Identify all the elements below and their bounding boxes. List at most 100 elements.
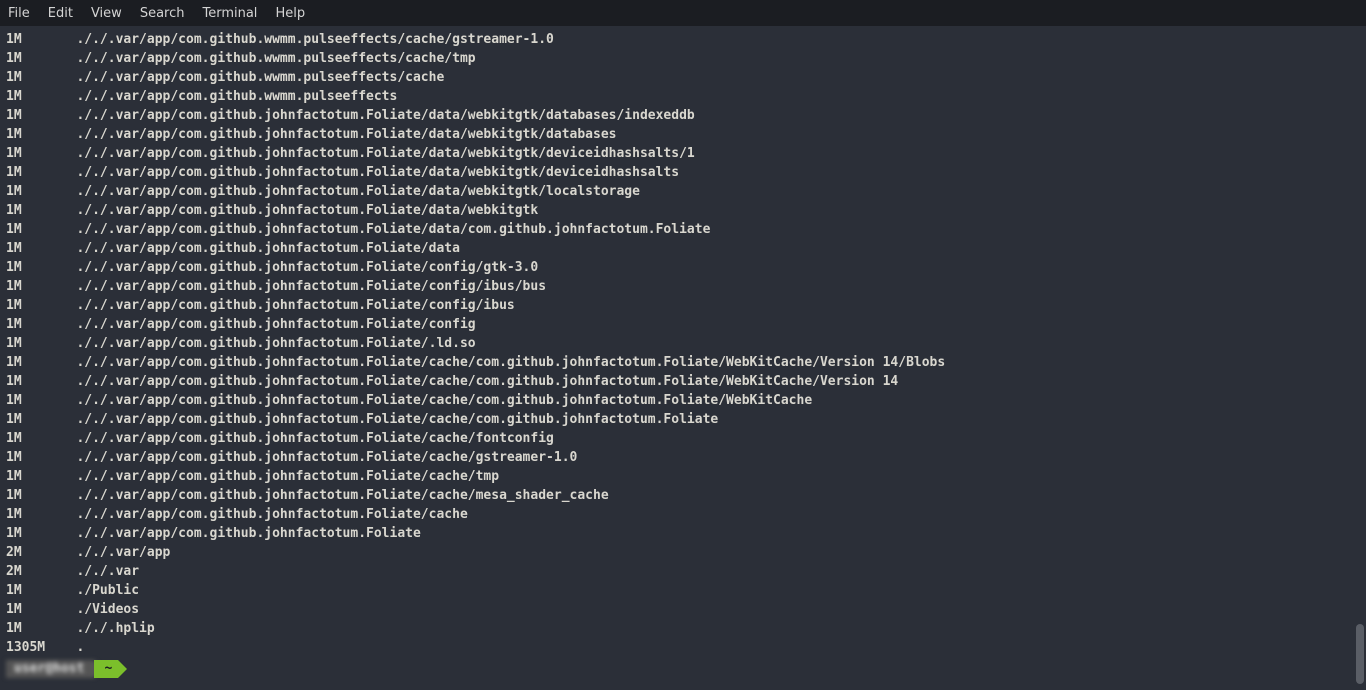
size-value: 1M xyxy=(6,315,76,334)
path-value: ././.var/app/com.github.johnfactotum.Fol… xyxy=(76,260,538,275)
path-value: ././.var/app/com.github.johnfactotum.Fol… xyxy=(76,127,616,142)
menu-file[interactable]: File xyxy=(8,6,30,21)
output-row: 1M././.var/app/com.github.wwmm.pulseeffe… xyxy=(6,30,1360,49)
output-row: 1M././.var/app/com.github.johnfactotum.F… xyxy=(6,182,1360,201)
size-value: 1305M xyxy=(6,638,76,657)
size-value: 1M xyxy=(6,486,76,505)
output-row: 1M././.var/app/com.github.johnfactotum.F… xyxy=(6,334,1360,353)
size-value: 1M xyxy=(6,619,76,638)
terminal-viewport[interactable]: 1M././.var/app/com.github.wwmm.pulseeffe… xyxy=(0,26,1366,690)
path-value: ././.var/app/com.github.johnfactotum.Fol… xyxy=(76,507,467,522)
path-value: ./Public xyxy=(76,583,139,598)
menu-search[interactable]: Search xyxy=(140,6,185,21)
path-value: ././.var/app/com.github.johnfactotum.Fol… xyxy=(76,431,553,446)
output-row: 1M././.var/app/com.github.johnfactotum.F… xyxy=(6,524,1360,543)
path-value: ././.var/app/com.github.johnfactotum.Fol… xyxy=(76,184,640,199)
size-value: 1M xyxy=(6,201,76,220)
path-value: ././.var/app/com.github.johnfactotum.Fol… xyxy=(76,469,499,484)
size-value: 1M xyxy=(6,30,76,49)
path-value: ././.var/app/com.github.johnfactotum.Fol… xyxy=(76,336,475,351)
size-value: 1M xyxy=(6,258,76,277)
path-value: ././.var/app/com.github.johnfactotum.Fol… xyxy=(76,317,475,332)
output-row: 1M././.var/app/com.github.johnfactotum.F… xyxy=(6,239,1360,258)
path-value: ./Videos xyxy=(76,602,139,617)
size-value: 1M xyxy=(6,467,76,486)
output-row: 1M././.var/app/com.github.johnfactotum.F… xyxy=(6,220,1360,239)
path-value: ././.var/app/com.github.johnfactotum.Fol… xyxy=(76,222,710,237)
menu-terminal[interactable]: Terminal xyxy=(202,6,257,21)
size-value: 1M xyxy=(6,429,76,448)
output-row: 1M././.var/app/com.github.johnfactotum.F… xyxy=(6,448,1360,467)
output-row: 1M././.var/app/com.github.johnfactotum.F… xyxy=(6,201,1360,220)
path-value: ././.var/app/com.github.johnfactotum.Fol… xyxy=(76,374,898,389)
output-row: 1M././.var/app/com.github.johnfactotum.F… xyxy=(6,277,1360,296)
output-row: 1M././.var/app/com.github.johnfactotum.F… xyxy=(6,144,1360,163)
output-row: 1M././.var/app/com.github.wwmm.pulseeffe… xyxy=(6,87,1360,106)
size-value: 1M xyxy=(6,296,76,315)
output-row: 1M././.var/app/com.github.johnfactotum.F… xyxy=(6,429,1360,448)
size-value: 1M xyxy=(6,125,76,144)
path-value: ././.var/app/com.github.wwmm.pulseeffect… xyxy=(76,70,444,85)
output-row: 1M././.var/app/com.github.johnfactotum.F… xyxy=(6,410,1360,429)
path-value: ././.var/app/com.github.wwmm.pulseeffect… xyxy=(76,32,553,47)
output-row: 2M././.var/app xyxy=(6,543,1360,562)
path-value: ././.var/app/com.github.johnfactotum.Fol… xyxy=(76,355,945,370)
size-value: 1M xyxy=(6,372,76,391)
path-value: ././.var/app/com.github.johnfactotum.Fol… xyxy=(76,393,812,408)
menu-edit[interactable]: Edit xyxy=(48,6,73,21)
output-row: 1M././.var/app/com.github.wwmm.pulseeffe… xyxy=(6,49,1360,68)
output-row: 1M././.var/app/com.github.johnfactotum.F… xyxy=(6,163,1360,182)
size-value: 2M xyxy=(6,562,76,581)
path-value: ././.var/app/com.github.johnfactotum.Fol… xyxy=(76,146,694,161)
output-row: 1M././.var/app/com.github.johnfactotum.F… xyxy=(6,296,1360,315)
output-row: 2M././.var xyxy=(6,562,1360,581)
terminal-output: 1M././.var/app/com.github.wwmm.pulseeffe… xyxy=(6,30,1360,657)
menubar: File Edit View Search Terminal Help xyxy=(0,0,1366,26)
size-value: 1M xyxy=(6,239,76,258)
size-value: 2M xyxy=(6,543,76,562)
size-value: 1M xyxy=(6,353,76,372)
size-value: 1M xyxy=(6,220,76,239)
output-row: 1M./Public xyxy=(6,581,1360,600)
output-row: 1M./Videos xyxy=(6,600,1360,619)
output-row: 1M././.var/app/com.github.johnfactotum.F… xyxy=(6,372,1360,391)
output-row: 1M././.var/app/com.github.johnfactotum.F… xyxy=(6,125,1360,144)
size-value: 1M xyxy=(6,68,76,87)
path-value: ././.var/app xyxy=(76,545,170,560)
path-value: ././.var/app/com.github.johnfactotum.Fol… xyxy=(76,203,538,218)
prompt-dir-segment: ~ xyxy=(94,660,118,678)
path-value: ././.var/app/com.github.johnfactotum.Fol… xyxy=(76,241,460,256)
size-value: 1M xyxy=(6,277,76,296)
menu-help[interactable]: Help xyxy=(275,6,305,21)
scrollbar-thumb[interactable] xyxy=(1356,624,1364,684)
size-value: 1M xyxy=(6,581,76,600)
size-value: 1M xyxy=(6,182,76,201)
path-value: ././.var/app/com.github.johnfactotum.Fol… xyxy=(76,488,608,503)
path-value: ././.var/app/com.github.johnfactotum.Fol… xyxy=(76,526,420,541)
prompt-line: user@host ~ xyxy=(6,659,1360,679)
size-value: 1M xyxy=(6,334,76,353)
size-value: 1M xyxy=(6,163,76,182)
size-value: 1M xyxy=(6,49,76,68)
size-value: 1M xyxy=(6,524,76,543)
size-value: 1M xyxy=(6,87,76,106)
output-row: 1305M. xyxy=(6,638,1360,657)
path-value: ././.hplip xyxy=(76,621,154,636)
size-value: 1M xyxy=(6,600,76,619)
output-row: 1M././.var/app/com.github.johnfactotum.F… xyxy=(6,106,1360,125)
path-value: ././.var/app/com.github.johnfactotum.Fol… xyxy=(76,108,694,123)
size-value: 1M xyxy=(6,505,76,524)
path-value: ././.var xyxy=(76,564,139,579)
output-row: 1M././.var/app/com.github.johnfactotum.F… xyxy=(6,467,1360,486)
output-row: 1M././.hplip xyxy=(6,619,1360,638)
output-row: 1M././.var/app/com.github.johnfactotum.F… xyxy=(6,391,1360,410)
output-row: 1M././.var/app/com.github.johnfactotum.F… xyxy=(6,353,1360,372)
command-input[interactable] xyxy=(134,660,1360,678)
output-row: 1M././.var/app/com.github.wwmm.pulseeffe… xyxy=(6,68,1360,87)
path-value: ././.var/app/com.github.wwmm.pulseeffect… xyxy=(76,51,475,66)
output-row: 1M././.var/app/com.github.johnfactotum.F… xyxy=(6,315,1360,334)
menu-view[interactable]: View xyxy=(91,6,122,21)
scrollbar-track[interactable] xyxy=(1354,26,1364,690)
output-row: 1M././.var/app/com.github.johnfactotum.F… xyxy=(6,505,1360,524)
path-value: ././.var/app/com.github.johnfactotum.Fol… xyxy=(76,165,679,180)
